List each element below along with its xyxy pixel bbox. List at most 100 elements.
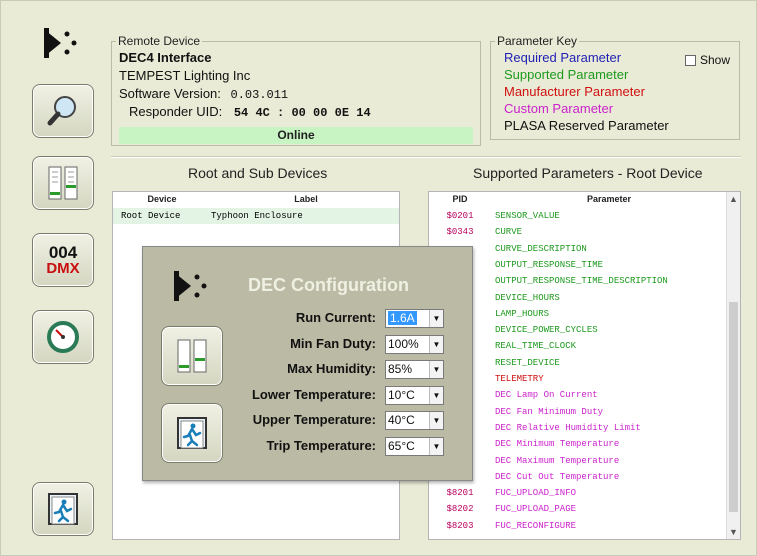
parameter-name-cell: FUC_RECONFIGURE — [495, 520, 577, 531]
config-select[interactable]: 85% ▼ — [385, 360, 444, 379]
label-cell: Typhoon Enclosure — [211, 211, 303, 221]
key-required: Required Parameter — [504, 50, 622, 65]
show-toggle[interactable]: Show — [684, 53, 730, 67]
config-row: Min Fan Duty: 100% ▼ — [233, 334, 448, 355]
parameter-name-cell: FUC_UPLOAD_PAGE — [495, 504, 577, 515]
config-select[interactable]: 65°C ▼ — [385, 436, 444, 456]
col-pid: PID — [452, 194, 468, 204]
table-row[interactable]: REAL_TIME_CLOCK — [429, 338, 740, 354]
key-supported: Supported Parameter — [504, 67, 629, 82]
pid-cell: $8202 — [446, 504, 474, 515]
vertical-scrollbar[interactable]: ▲ ▼ — [726, 192, 740, 539]
parameter-name-cell: SENSOR_VALUE — [495, 211, 560, 221]
table-row[interactable]: $8202 FUC_UPLOAD_PAGE — [429, 501, 740, 517]
gauge-icon — [47, 321, 79, 353]
parameter-name-cell: RESET_DEVICE — [495, 357, 560, 368]
faders-icon — [48, 166, 78, 200]
table-row[interactable]: DEC Fan Minimum Duty — [429, 404, 740, 420]
table-row[interactable]: DEC Minimum Temperature — [429, 436, 740, 452]
table-row[interactable]: DEC Relative Humidity Limit — [429, 420, 740, 436]
parameters-table[interactable]: PID Parameter $0201 SENSOR_VALUE $0343 CURV… — [428, 191, 741, 540]
parameter-name-cell: DEC Maximum Temperature — [495, 455, 620, 466]
table-row[interactable]: DEVICE_HOURS — [429, 290, 740, 306]
scroll-thumb[interactable] — [729, 302, 738, 512]
chevron-down-icon[interactable]: ▼ — [429, 310, 443, 327]
exit-button[interactable] — [32, 482, 94, 536]
chevron-down-icon[interactable]: ▼ — [429, 386, 443, 404]
main-window: 004 DMX Remote Device DEC4 Interface TEM… — [0, 0, 757, 556]
parameter-name-cell: TELEMETRY — [495, 374, 544, 384]
table-row[interactable]: OUTPUT_RESPONSE_TIME_DESCRIPTION — [429, 273, 740, 289]
parameter-name-cell: DEC Cut Out Temperature — [495, 471, 620, 482]
parameter-name-cell: REAL_TIME_CLOCK — [495, 341, 577, 352]
table-row[interactable]: $8203 FUC_RECONFIGURE — [429, 518, 740, 534]
dmx-address-button[interactable]: 004 DMX — [32, 233, 94, 287]
config-select[interactable]: 1.6A ▼ — [385, 309, 444, 328]
config-row: Run Current: 1.6A ▼ — [233, 309, 448, 329]
software-version-label: Software Version: — [119, 86, 221, 101]
config-label: Lower Temperature: — [251, 386, 376, 402]
config-row: Max Humidity: 85% ▼ — [233, 360, 448, 380]
col-label: Label — [294, 194, 318, 204]
pid-cell: $0343 — [446, 227, 474, 238]
magnifier-icon — [47, 96, 76, 126]
config-label: Trip Temperature: — [266, 437, 376, 453]
exit-door-icon — [48, 493, 78, 525]
dmx-number: 004 — [48, 243, 78, 262]
col-device: Device — [147, 194, 177, 204]
table-row[interactable]: Root Device Typhoon Enclosure — [113, 208, 399, 224]
config-value: 40°C — [388, 413, 415, 427]
config-value: 65°C — [388, 438, 415, 453]
show-label: Show — [699, 53, 730, 67]
config-value: 100% — [388, 336, 419, 351]
chevron-down-icon[interactable]: ▼ — [429, 437, 443, 455]
table-row[interactable]: OUTPUT_RESPONSE_TIME — [429, 257, 740, 273]
show-checkbox[interactable] — [684, 54, 696, 66]
table-row[interactable]: $0343 CURVE — [429, 224, 740, 240]
table-row[interactable]: DEC Cut Out Temperature — [429, 469, 740, 485]
table-row[interactable]: DEC Maximum Temperature — [429, 453, 740, 469]
divider — [111, 156, 741, 158]
table-row[interactable]: DEC Lamp On Current — [429, 387, 740, 403]
key-manufacturer: Manufacturer Parameter — [504, 84, 645, 99]
table-row[interactable]: TELEMETRY — [429, 371, 740, 387]
scroll-up-icon[interactable]: ▲ — [727, 194, 740, 204]
device-cell: Root Device — [121, 211, 181, 221]
table-row[interactable]: $8201 FUC_UPLOAD_INFO — [429, 485, 740, 501]
config-select[interactable]: 10°C ▼ — [385, 385, 444, 405]
table-row[interactable]: DEVICE_POWER_CYCLES — [429, 322, 740, 338]
status-badge: Online — [119, 127, 473, 144]
chevron-down-icon[interactable]: ▼ — [429, 335, 443, 353]
search-button[interactable] — [32, 84, 94, 138]
dec-configuration-dialog: DEC Configuration Run Current: 1.6A ▼ Min F… — [142, 246, 473, 481]
faders-button[interactable] — [32, 156, 94, 210]
parameter-name-cell: DEC Relative Humidity Limit — [495, 422, 641, 433]
devices-title: Root and Sub Devices — [188, 165, 328, 181]
chevron-down-icon[interactable]: ▼ — [429, 412, 443, 429]
responder-uid-value: 54 4C : 00 00 0E 14 — [233, 106, 371, 120]
responder-uid-label: Responder UID: — [129, 104, 223, 119]
dialog-exit-button[interactable] — [161, 403, 223, 463]
parameter-name-cell: DEC Fan Minimum Duty — [495, 406, 604, 417]
dmx-label: DMX — [46, 260, 80, 277]
config-value: 10°C — [388, 387, 415, 402]
device-manufacturer: TEMPEST Lighting Inc — [119, 68, 251, 83]
table-row[interactable]: RESET_DEVICE — [429, 355, 740, 371]
chevron-down-icon[interactable]: ▼ — [429, 361, 443, 378]
parameter-name-cell: LAMP_HOURS — [495, 308, 550, 319]
pid-cell: $8203 — [446, 520, 474, 531]
config-select[interactable]: 100% ▼ — [385, 334, 444, 354]
config-select[interactable]: 40°C ▼ — [385, 411, 444, 430]
faders-icon — [177, 339, 207, 373]
table-row[interactable]: CURVE_DESCRIPTION — [429, 241, 740, 257]
table-row[interactable]: LAMP_HOURS — [429, 306, 740, 322]
gauge-button[interactable] — [32, 310, 94, 364]
scroll-down-icon[interactable]: ▼ — [727, 527, 740, 537]
table-row[interactable]: $0201 SENSOR_VALUE — [429, 208, 740, 224]
config-label: Run Current: — [295, 310, 376, 325]
exit-door-icon — [177, 417, 207, 449]
col-parameter: Parameter — [586, 194, 632, 204]
parameter-name-cell: DEC Lamp On Current — [495, 390, 598, 401]
dialog-faders-button[interactable] — [161, 326, 223, 386]
config-value: 85% — [388, 362, 413, 376]
